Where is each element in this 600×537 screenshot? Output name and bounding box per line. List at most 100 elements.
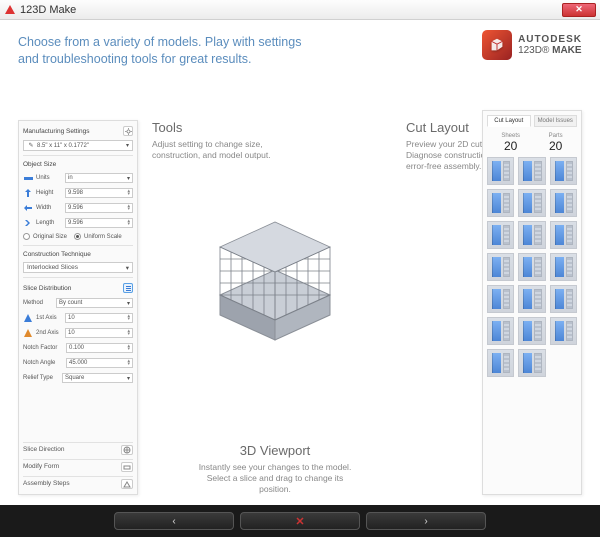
modify-form-label: Modify Form [23,463,59,470]
axis2-icon [23,329,33,337]
height-label: Height [36,190,62,196]
tab-cut-layout-label: Cut Layout [494,118,523,124]
list-icon[interactable] [123,283,133,293]
brand-reg: ® [542,45,549,56]
parts-value: 20 [549,139,563,153]
sheet-thumb[interactable] [487,285,514,313]
assembly-steps-label: Assembly Steps [23,480,70,487]
brand-icon [482,30,512,60]
tab-model-issues[interactable]: Model Issues [534,115,578,127]
units-label: Units [36,175,62,181]
sheet-thumb[interactable] [487,253,514,281]
bottom-nav: ‹ ✕ › [0,505,600,537]
units-dropdown[interactable]: in ▾ [65,173,133,183]
nav-prev-button[interactable]: ‹ [114,512,234,530]
notch-factor-input[interactable]: 0.100▴▾ [66,343,133,353]
chevron-down-icon: ▾ [127,175,130,182]
brand-text: AUTODESK 123D® MAKE [518,34,582,56]
axis2-value: 10 [68,330,75,336]
tools-description: Adjust setting to change size, construct… [152,139,292,161]
uniform-scale-radio[interactable] [74,233,81,240]
units-icon [23,174,33,182]
object-size-label: Object Size [23,161,56,168]
sheet-thumb[interactable] [550,317,577,345]
sheet-thumb[interactable] [518,157,545,185]
sheet-thumb[interactable] [518,285,545,313]
sheet-thumb[interactable] [550,221,577,249]
window-close-button[interactable]: ✕ [562,3,596,17]
length-input[interactable]: 9.596▴▾ [65,218,133,228]
close-icon: ✕ [295,515,304,528]
sheet-thumb[interactable] [487,189,514,217]
construction-technique-dropdown[interactable]: Interlocked Slices ▾ [23,262,133,273]
sheet-thumb[interactable] [518,317,545,345]
construction-technique-value: Interlocked Slices [27,264,126,271]
sheet-thumb[interactable] [550,253,577,281]
brand-line1: AUTODESK [518,34,582,45]
chevron-left-icon: ‹ [172,516,175,527]
assembly-steps-button[interactable] [121,479,133,489]
sheet-thumb[interactable] [487,317,514,345]
content-area: AUTODESK 123D® MAKE Choose from a variet… [0,20,600,505]
height-icon [23,189,33,197]
brand: AUTODESK 123D® MAKE [482,30,582,60]
width-icon [23,204,33,212]
sheets-value: 20 [501,139,520,153]
intro-text: Choose from a variety of models. Play wi… [18,34,338,68]
chevron-down-icon: ▾ [127,300,130,307]
sheet-thumb[interactable] [518,189,545,217]
slice-direction-button[interactable] [121,445,133,455]
window-titlebar: 123D Make ✕ [0,0,600,20]
sheet-thumb[interactable] [550,285,577,313]
intro-line2: and troubleshooting tools for great resu… [18,51,338,68]
sheet-thumb[interactable] [487,349,514,377]
brand-line2b: MAKE [552,45,581,56]
chevron-down-icon: ▾ [126,142,129,149]
pencil-icon: ✎ [27,142,35,150]
sheet-thumb[interactable] [518,349,545,377]
viewport-3d[interactable] [195,210,355,360]
length-value: 9.596 [68,220,83,226]
axis1-label: 1st Axis [36,315,62,321]
nav-next-button[interactable]: › [366,512,486,530]
brand-line2a: 123D [518,45,542,56]
original-size-label: Original Size [33,234,67,240]
width-input[interactable]: 9.596▴▾ [65,203,133,213]
method-dropdown[interactable]: By count▾ [56,298,133,308]
gear-icon[interactable] [123,126,133,136]
sheet-thumb[interactable] [518,253,545,281]
axis2-input[interactable]: 10▴▾ [65,328,133,338]
mfg-settings-dropdown[interactable]: ✎ 8.5" x 11" x 0.1772" ▾ [23,140,133,151]
relief-type-dropdown[interactable]: Square▾ [62,373,133,383]
height-value: 9.598 [68,190,83,196]
sheet-thumb[interactable] [550,189,577,217]
mfg-settings-value: 8.5" x 11" x 0.1772" [35,143,126,149]
tab-cut-layout[interactable]: Cut Layout [487,115,531,127]
length-icon [23,219,33,227]
width-label: Width [36,205,62,211]
relief-type-label: Relief Type [23,375,59,381]
sheet-thumb[interactable] [487,157,514,185]
tools-heading: Tools [152,120,398,135]
slice-direction-label: Slice Direction [23,446,65,453]
modify-form-button[interactable] [121,462,133,472]
method-label: Method [23,300,53,306]
app-icon [4,4,16,16]
chevron-right-icon: › [424,516,427,527]
sheet-thumb[interactable] [518,221,545,249]
units-value: in [68,175,73,181]
notch-factor-label: Notch Factor [23,345,63,351]
notch-angle-input[interactable]: 45.000▴▾ [66,358,133,368]
axis1-input[interactable]: 10▴▾ [65,313,133,323]
nav-close-button[interactable]: ✕ [240,512,360,530]
original-size-radio[interactable] [23,233,30,240]
intro-line1: Choose from a variety of models. Play wi… [18,34,338,51]
height-input[interactable]: 9.598▴▾ [65,188,133,198]
cut-layout-panel: Cut Layout Model Issues Sheets 20 Parts … [482,110,582,495]
width-value: 9.596 [68,205,83,211]
mfg-settings-label: Manufacturing Settings [23,128,89,135]
sheet-thumb[interactable] [550,157,577,185]
chevron-down-icon: ▾ [127,375,130,382]
sheet-thumb[interactable] [487,221,514,249]
tools-panel: Manufacturing Settings ✎ 8.5" x 11" x 0.… [18,120,138,495]
